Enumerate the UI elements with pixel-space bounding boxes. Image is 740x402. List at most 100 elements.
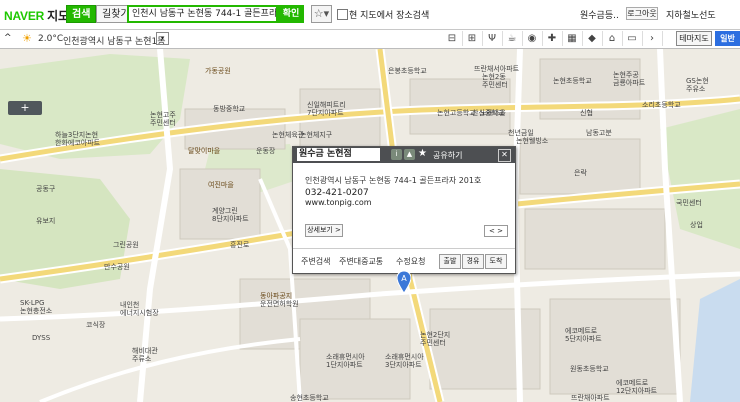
subway-map-link[interactable]: 지하철노선도 (666, 8, 716, 21)
map-label[interactable]: 논현주공 (613, 71, 639, 79)
map-label[interactable]: 에코메트로 (565, 327, 597, 335)
map-label[interactable]: 주민센터 (150, 119, 176, 127)
share-button[interactable]: 공유하기 (433, 150, 462, 161)
edit-request-link[interactable]: 수정요청 (396, 256, 425, 267)
map-label[interactable]: 5단지아파트 (565, 335, 602, 343)
navigation-icon[interactable]: ▲ (404, 149, 415, 160)
map-label[interactable]: 천년금일 (508, 129, 534, 137)
zoom-in-button[interactable]: + (8, 101, 42, 115)
map-label[interactable]: 주민센터 (482, 81, 508, 89)
collapse-toggle[interactable]: ^ (4, 33, 12, 43)
map-label[interactable]: 12단지아파트 (616, 387, 657, 395)
map-label[interactable]: 8단지아파트 (212, 215, 249, 223)
nearby-transit-link[interactable]: 주변대중교통 (339, 256, 383, 267)
map-label[interactable]: 운전면허학원 (260, 300, 299, 308)
cafe-icon[interactable]: ☕ (502, 31, 523, 46)
route-end-button[interactable]: 도착 (485, 254, 507, 269)
route-start-button[interactable]: 출발 (439, 254, 461, 269)
map-label[interactable]: 1단지아파트 (326, 361, 363, 369)
map-label[interactable]: 금룡아파트 (613, 79, 645, 87)
map-label[interactable]: 한화에코아파트 (55, 139, 100, 147)
naver-logo[interactable]: NAVER 지도 (4, 7, 69, 24)
map-label[interactable]: 달맞이마을 (188, 147, 220, 155)
map-label[interactable]: 뜨란채서아파트 (474, 65, 519, 73)
map-label[interactable]: 남동고분 (586, 129, 612, 137)
map-label[interactable]: 가동공원 (205, 67, 231, 75)
place-website[interactable]: www.tonpig.com (305, 198, 372, 207)
map-label[interactable]: 신협 (580, 109, 593, 117)
map-label[interactable]: 송현초등학교 (290, 394, 329, 402)
map-label[interactable]: 유보지 (36, 217, 55, 225)
map-label[interactable]: SK-LPG (20, 299, 44, 307)
shopping-icon[interactable]: ◆ (582, 31, 603, 46)
map-label[interactable]: 소리초등학교 (642, 101, 681, 109)
map-label[interactable]: 3단지아파트 (385, 361, 422, 369)
star-icon[interactable]: ★ (418, 148, 427, 159)
location-dropdown[interactable]: ▾ (156, 32, 169, 45)
search-button[interactable]: 확인 (278, 5, 304, 23)
map-label[interactable]: 논현체지구 (300, 131, 332, 139)
map-label[interactable]: 계양그린 (212, 207, 238, 215)
map-label[interactable]: 여진마을 (208, 181, 234, 189)
nearby-search-link[interactable]: 주변검색 (301, 256, 330, 267)
map-label[interactable]: 상업 (690, 221, 703, 229)
map-label[interactable]: 동아파공지 (260, 292, 292, 300)
user-name[interactable]: 원수금등.. (580, 8, 619, 21)
subway-icon[interactable]: ⊞ (462, 31, 483, 46)
hospital-icon[interactable]: ✚ (542, 31, 563, 46)
map-label[interactable]: DYSS (32, 334, 50, 342)
restaurant-icon[interactable]: Ψ (482, 31, 503, 46)
map-label[interactable]: 운동장 (256, 147, 275, 155)
map-label[interactable]: 논현초등학교 (553, 77, 592, 85)
map-label[interactable]: 소래휴먼시아 (385, 353, 424, 361)
map-label[interactable]: 그린공원 (113, 241, 139, 249)
map-label[interactable]: 은봉초등학교 (388, 67, 427, 75)
parking-icon[interactable]: ⌂ (602, 31, 623, 46)
map-label[interactable]: 논현고등학교 (437, 109, 476, 117)
map-label[interactable]: 해비대관 (132, 347, 158, 355)
map-label[interactable]: 코식장 (86, 321, 105, 329)
map-label[interactable]: 에너지시험장 (120, 309, 159, 317)
map-label[interactable]: 동방중학교 (213, 105, 245, 113)
info-icon[interactable]: i (391, 149, 402, 160)
map-label[interactable]: 뜨란채아파트 (571, 394, 610, 402)
car-icon[interactable]: ▭ (622, 31, 643, 46)
map-label[interactable]: 논현2단지 (420, 331, 450, 339)
map-search-checkbox[interactable] (337, 9, 348, 20)
map-label[interactable]: 주민센터 (420, 339, 446, 347)
map-label[interactable]: 주류소 (132, 355, 151, 363)
map-label[interactable]: 논현고주 (150, 111, 176, 119)
theme-map-button[interactable]: 테마지도 (676, 31, 712, 46)
map-label[interactable]: 주유소 (686, 85, 705, 93)
location-marker[interactable]: A (396, 270, 412, 296)
map-label[interactable]: 은락 (574, 169, 587, 177)
map-label[interactable]: 7단지아파트 (307, 109, 344, 117)
map-label[interactable]: 공동구 (36, 185, 55, 193)
map-label[interactable]: 국민센터 (676, 199, 702, 207)
map-label[interactable]: 내인천 (120, 301, 139, 309)
movie-icon[interactable]: ◉ (522, 31, 543, 46)
map-label[interactable]: 에코메트로 (616, 379, 648, 387)
map-label[interactable]: 만수공원 (104, 263, 130, 271)
map-label[interactable]: 논현충전소 (20, 307, 52, 315)
search-input[interactable]: 인천시 남동구 논현동 744-1 골든프라자 (127, 5, 278, 23)
map-label[interactable]: 노래마을 (480, 109, 506, 117)
tab-search[interactable]: 검색 (66, 5, 97, 23)
map-label[interactable]: 논현웰빙소 (516, 137, 548, 145)
favorites-button[interactable]: ☆▾ (311, 5, 332, 23)
detail-button[interactable]: 상세보기 > (305, 224, 343, 237)
route-via-button[interactable]: 경유 (462, 254, 484, 269)
bank-icon[interactable]: ▦ (562, 31, 583, 46)
close-icon[interactable]: ✕ (498, 149, 511, 162)
map-label[interactable]: 흥진로 (230, 241, 249, 249)
map-label[interactable]: 논현2동 (482, 73, 506, 81)
next-icon[interactable]: › (642, 31, 663, 46)
pager-button[interactable]: < > (484, 225, 508, 237)
map-label[interactable]: 소래휴먼시아 (326, 353, 365, 361)
map-label[interactable]: 하늘3단지논현 (55, 131, 98, 139)
normal-map-button[interactable]: 일반 (715, 31, 740, 46)
map-label[interactable]: 신일해피트리 (307, 101, 346, 109)
bus-icon[interactable]: ⊟ (442, 31, 463, 46)
map-label[interactable]: GS논현 (686, 77, 709, 85)
logout-button[interactable]: 로그아웃 (626, 7, 658, 20)
